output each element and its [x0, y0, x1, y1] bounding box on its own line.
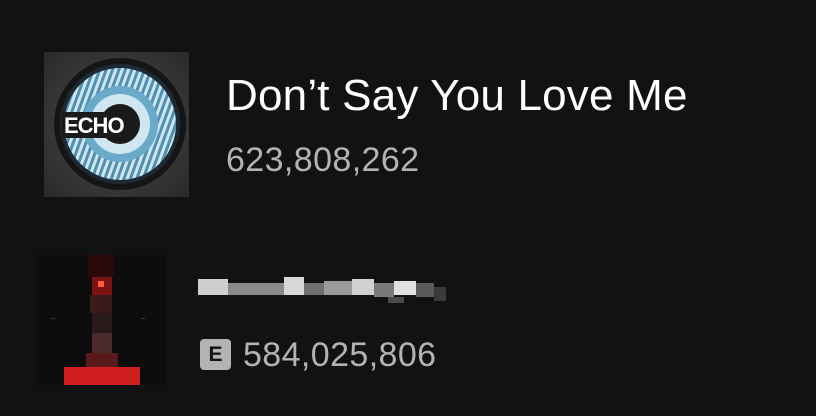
- track-title-pixelated[interactable]: [198, 269, 448, 309]
- play-count: 584,025,806: [243, 336, 437, 374]
- dark-cover-graphic: ~ ~: [36, 255, 166, 385]
- track-title[interactable]: Don’t Say You Love Me: [226, 70, 688, 122]
- echo-logo-text: ECHO: [64, 113, 124, 138]
- explicit-badge: E: [200, 339, 231, 370]
- cover-script-right: ~: [140, 315, 146, 323]
- album-art[interactable]: ECHO: [44, 52, 189, 197]
- track-row[interactable]: ECHO Don’t Say You Love Me 623,808,262: [0, 52, 816, 198]
- track-row[interactable]: ~ ~ E 584,025,806: [0, 255, 816, 387]
- play-count: 623,808,262: [226, 141, 420, 179]
- cover-script-left: ~: [50, 315, 56, 323]
- echo-cover-graphic: ECHO: [44, 52, 189, 197]
- pixelated-title-graphic: [198, 277, 446, 303]
- album-art[interactable]: ~ ~: [36, 255, 166, 385]
